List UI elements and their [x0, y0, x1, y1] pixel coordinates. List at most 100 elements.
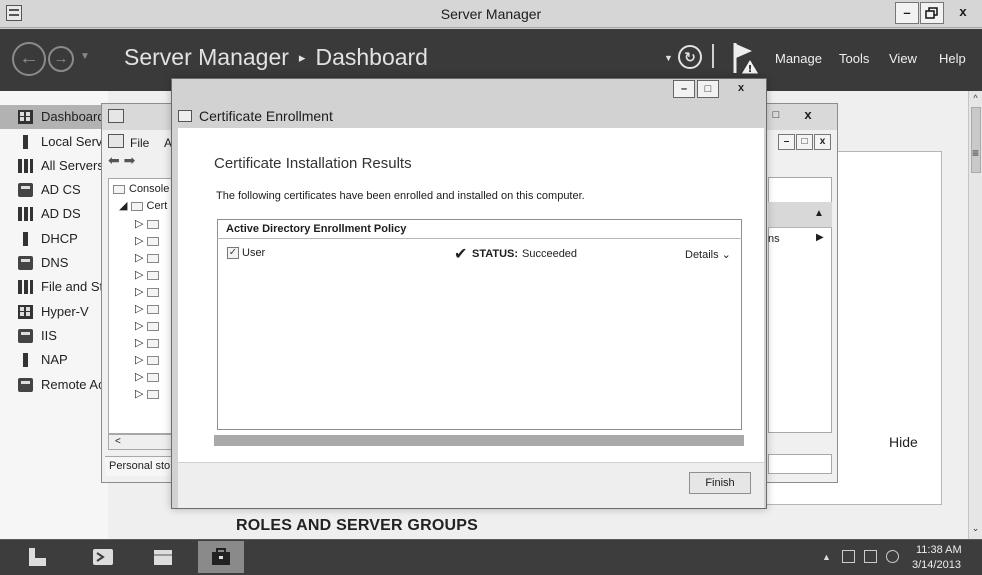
toolbar-back-icon[interactable]: ⬅: [108, 152, 120, 168]
server-manager-icon: [29, 548, 46, 566]
console-child-minimize-button[interactable]: –: [778, 134, 795, 150]
console-child-restore-button[interactable]: □: [796, 134, 813, 150]
sidebar-item-ad-cs[interactable]: AD CS: [0, 178, 108, 202]
tree-item[interactable]: ▷: [135, 387, 163, 403]
taskbar-server-manager[interactable]: [14, 541, 60, 573]
sidebar-item-dhcp[interactable]: DHCP: [0, 227, 108, 251]
certificate-checkbox[interactable]: ✓: [227, 247, 239, 259]
certificates-icon: [130, 201, 143, 211]
console-child-close-button[interactable]: x: [814, 134, 831, 150]
folder-icon: [146, 270, 159, 280]
folder-icon: [113, 184, 125, 194]
clock-date[interactable]: 3/14/2013: [912, 559, 961, 571]
taskbar-powershell[interactable]: [80, 541, 126, 573]
status-value: Succeeded: [522, 248, 578, 260]
history-dropdown-icon[interactable]: ▼: [80, 51, 90, 62]
tree-item[interactable]: ▷: [135, 217, 163, 233]
tree-item[interactable]: ▷: [135, 268, 163, 284]
roles-heading: ROLES AND SERVER GROUPS: [236, 517, 478, 534]
sidebar-item-dashboard[interactable]: Dashboard: [0, 105, 108, 129]
tree-item[interactable]: ▷: [135, 302, 163, 318]
minimize-button[interactable]: –: [895, 2, 919, 24]
console-toolbar: ⬅ ➡: [108, 152, 178, 174]
tree-item[interactable]: ▷: [135, 234, 163, 250]
console-menu-file[interactable]: File: [130, 136, 149, 150]
dialog-maximize-button[interactable]: □: [697, 80, 719, 98]
menu-help[interactable]: Help: [939, 51, 966, 66]
dialog-minimize-button[interactable]: –: [673, 80, 695, 98]
results-description: The following certificates have been enr…: [216, 190, 585, 202]
network-icon[interactable]: [864, 550, 877, 563]
notifications-flag-icon[interactable]: !: [732, 41, 760, 75]
volume-icon[interactable]: [886, 550, 899, 563]
powershell-icon: [93, 549, 113, 565]
tree-item[interactable]: ▷: [135, 353, 163, 369]
sidebar-item-nap[interactable]: NAP: [0, 348, 108, 372]
status-label: STATUS:: [472, 248, 519, 260]
menu-manage[interactable]: Manage: [775, 51, 822, 66]
folder-icon: [146, 372, 159, 382]
sidebar-item-dns[interactable]: DNS: [0, 251, 108, 275]
console-tree: Console ◢ Cert ▷ ▷ ▷ ▷ ▷ ▷ ▷ ▷ ▷ ▷ ▷: [108, 178, 174, 434]
actions-more-label[interactable]: ns: [768, 233, 780, 245]
back-button[interactable]: ←: [12, 42, 46, 76]
refresh-icon[interactable]: ↻: [678, 45, 702, 69]
maximize-button[interactable]: [920, 2, 944, 24]
clock-time[interactable]: 11:38 AM: [916, 544, 962, 556]
tree-item[interactable]: ▷: [135, 319, 163, 335]
tree-cert-node[interactable]: ◢ Cert: [119, 199, 167, 215]
sidebar-item-all-servers[interactable]: All Servers: [0, 154, 108, 178]
console-status-bar: Personal sto: [105, 456, 175, 476]
scroll-up-icon[interactable]: ^: [969, 93, 982, 103]
main-scrollbar[interactable]: ^ ≡ ⌄: [968, 91, 982, 539]
close-button[interactable]: x: [948, 2, 978, 24]
tree-item[interactable]: ▷: [135, 251, 163, 267]
enrollment-progress-fill: [214, 435, 744, 446]
toolbar-forward-icon[interactable]: ➡: [124, 152, 136, 168]
folder-icon: [146, 338, 159, 348]
breadcrumb-separator-icon: ▸: [298, 50, 306, 65]
sidebar-item-label: All Servers: [41, 158, 104, 173]
finish-button[interactable]: Finish: [689, 472, 751, 494]
sidebar-item-file-storage[interactable]: File and Storage Services: [0, 275, 108, 299]
header-separator: [712, 44, 714, 68]
hide-welcome-link[interactable]: Hide: [889, 434, 918, 450]
results-heading: Certificate Installation Results: [214, 155, 412, 172]
menu-view[interactable]: View: [889, 51, 917, 66]
sidebar-item-iis[interactable]: IIS: [0, 324, 108, 348]
collapse-up-icon[interactable]: ▲: [814, 208, 824, 219]
refresh-dropdown-icon[interactable]: ▼: [664, 53, 673, 63]
menu-tools[interactable]: Tools: [839, 51, 869, 66]
console-close-button[interactable]: x: [790, 104, 826, 126]
tree-item[interactable]: ▷: [135, 370, 163, 386]
folder-icon: [146, 304, 159, 314]
toolbox-icon: [212, 548, 230, 565]
sidebar-item-label: Hyper-V: [41, 304, 89, 319]
details-toggle[interactable]: Details ⌄: [685, 248, 731, 261]
scroll-thumb[interactable]: [971, 107, 981, 173]
sidebar-item-ad-ds[interactable]: AD DS: [0, 202, 108, 226]
sidebar-item-label: DHCP: [41, 231, 78, 246]
ad-ds-icon: [18, 207, 33, 221]
sidebar-item-hyper-v[interactable]: Hyper-V: [0, 300, 108, 324]
dialog-close-button[interactable]: x: [724, 80, 758, 98]
taskbar-toolbox[interactable]: [198, 541, 244, 573]
dashboard-icon: [18, 110, 33, 124]
tree-item[interactable]: ▷: [135, 285, 163, 301]
sidebar-item-local-server[interactable]: Local Server: [0, 130, 108, 154]
action-center-icon[interactable]: [842, 550, 855, 563]
console-maximize-button[interactable]: □: [764, 104, 788, 126]
sidebar-item-remote-access[interactable]: Remote Access: [0, 373, 108, 397]
forward-button[interactable]: →: [48, 46, 74, 72]
tray-show-hidden-icon[interactable]: ▲: [822, 552, 831, 562]
taskbar-file-explorer[interactable]: [140, 541, 186, 573]
certificate-name: User: [242, 247, 266, 259]
scroll-down-icon[interactable]: ⌄: [969, 523, 982, 534]
submenu-arrow-icon[interactable]: ▶: [816, 232, 824, 243]
tree-scroll-left[interactable]: <: [108, 434, 174, 450]
tree-item[interactable]: ▷: [135, 336, 163, 352]
folder-icon: [146, 321, 159, 331]
tree-root[interactable]: Console: [113, 183, 169, 199]
grip-icon: ≡: [971, 146, 979, 160]
file-explorer-icon: [154, 550, 172, 565]
